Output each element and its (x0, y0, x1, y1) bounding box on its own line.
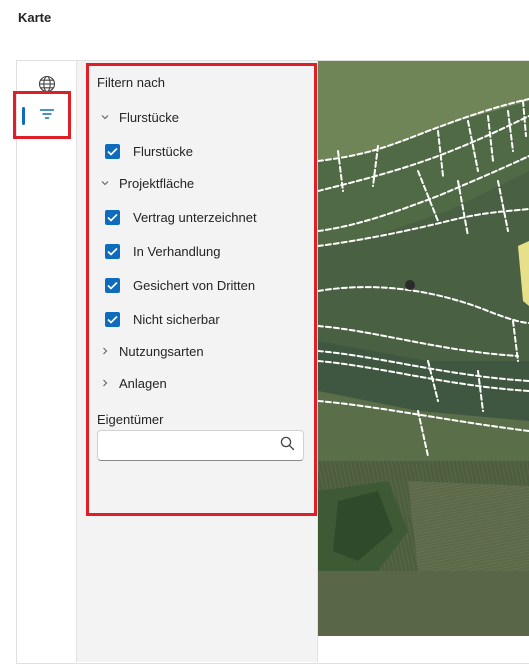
filter-button[interactable] (17, 99, 77, 133)
chevron-down-icon (97, 109, 113, 125)
checkbox-label: Flurstücke (133, 143, 193, 159)
globe-icon (38, 75, 56, 98)
search-button[interactable] (277, 436, 297, 456)
page-title: Karte (18, 10, 52, 25)
checkbox-checked-icon (105, 277, 120, 293)
filter-icon (39, 107, 55, 126)
group-label: Flurstücke (119, 109, 179, 125)
group-label: Anlagen (119, 375, 167, 391)
checkbox-in-verhandlung[interactable]: In Verhandlung (105, 240, 220, 262)
checkbox-vertrag-unterzeichnet[interactable]: Vertrag unterzeichnet (105, 206, 257, 228)
group-flurstuecke-toggle[interactable]: Flurstücke (97, 106, 179, 128)
panel-heading: Filtern nach (97, 75, 165, 90)
owner-search-input[interactable] (98, 431, 268, 460)
map-view[interactable] (318, 61, 529, 636)
checkbox-label: Nicht sicherbar (133, 311, 220, 327)
checkbox-label: Vertrag unterzeichnet (133, 209, 257, 225)
checkbox-checked-icon (105, 243, 120, 259)
chevron-right-icon (97, 375, 113, 391)
checkbox-flurstuecke[interactable]: Flurstücke (105, 140, 193, 162)
map-marker[interactable] (405, 280, 415, 290)
chevron-down-icon (97, 175, 113, 191)
checkbox-label: Gesichert von Dritten (133, 277, 256, 293)
group-label: Projektfläche (119, 175, 195, 191)
active-indicator (22, 107, 25, 125)
owner-label: Eigentümer (97, 412, 164, 427)
group-anlagen-toggle[interactable]: Anlagen (97, 372, 167, 394)
group-nutzungsarten-toggle[interactable]: Nutzungsarten (97, 340, 204, 362)
checkbox-checked-icon (105, 209, 120, 225)
chevron-right-icon (97, 343, 113, 359)
globe-button[interactable] (17, 69, 77, 103)
group-projektflaeche-toggle[interactable]: Projektfläche (97, 172, 194, 194)
filter-panel: Filtern nach Flurstücke Flurstücke Proje… (77, 61, 318, 662)
icon-rail (17, 61, 77, 662)
satellite-image (318, 61, 529, 636)
checkbox-checked-icon (105, 143, 120, 159)
checkbox-gesichert-von-dritten[interactable]: Gesichert von Dritten (105, 274, 255, 296)
checkbox-nicht-sicherbar[interactable]: Nicht sicherbar (105, 308, 220, 330)
owner-search-field (97, 430, 304, 461)
search-icon (280, 436, 295, 456)
checkbox-label: In Verhandlung (133, 243, 221, 259)
group-label: Nutzungsarten (119, 343, 204, 359)
checkbox-checked-icon (105, 311, 120, 327)
